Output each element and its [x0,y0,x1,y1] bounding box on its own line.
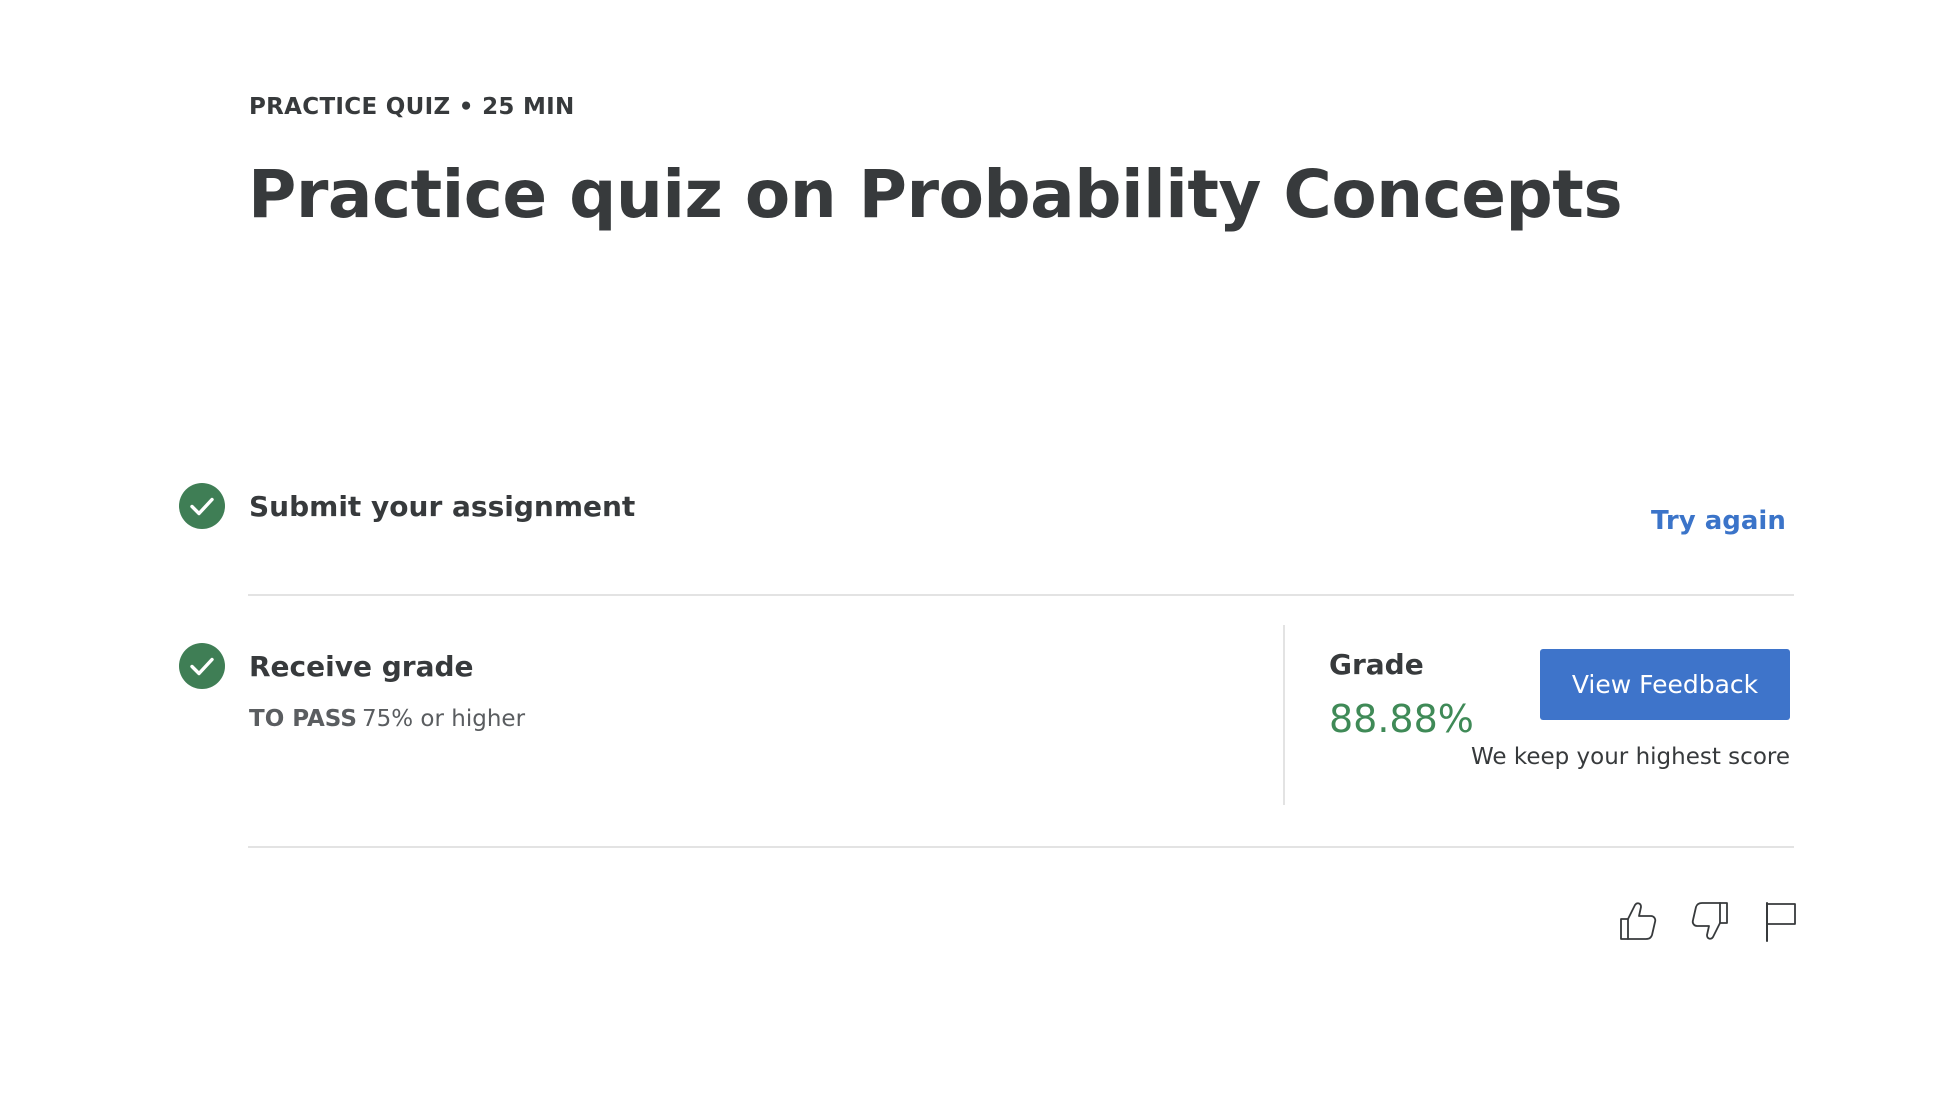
view-feedback-button[interactable]: View Feedback [1540,649,1790,720]
to-pass-value: 75% or higher [362,706,526,732]
thumbs-up-icon[interactable] [1613,897,1661,945]
page-title: Practice quiz on Probability Concepts [248,156,1623,233]
grade-value: 88.88% [1329,697,1474,741]
quiz-meta: PRACTICE QUIZ • 25 MIN [249,94,575,120]
try-again-link[interactable]: Try again [1651,506,1786,536]
grade-step-title: Receive grade [249,650,474,683]
grade-column-divider [1283,625,1285,805]
to-pass-label: TO PASS [249,706,357,732]
check-circle-icon [179,643,225,689]
section-divider [248,846,1794,848]
submit-step-title: Submit your assignment [249,490,636,523]
grade-label: Grade [1329,648,1424,681]
check-circle-icon [179,483,225,529]
flag-icon[interactable] [1757,897,1805,945]
section-divider [248,594,1794,596]
highest-score-note: We keep your highest score [1470,744,1790,770]
quiz-page: PRACTICE QUIZ • 25 MIN Practice quiz on … [0,0,1936,1110]
thumbs-down-icon[interactable] [1687,897,1735,945]
